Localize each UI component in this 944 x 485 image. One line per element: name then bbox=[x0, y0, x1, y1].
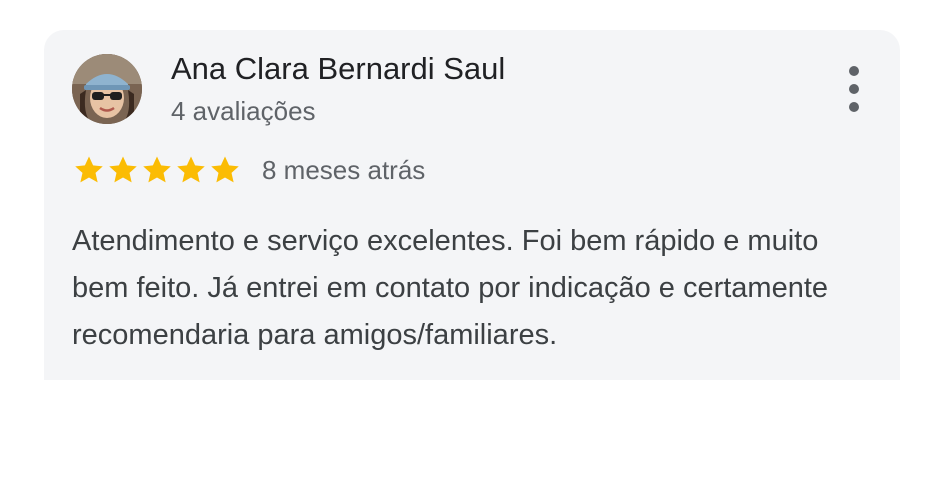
rating-row: 8 meses atrás bbox=[72, 152, 425, 188]
review-time: 8 meses atrás bbox=[262, 154, 426, 185]
star-icon bbox=[211, 156, 239, 183]
review-card: Ana Clara Bernardi Saul 4 avaliações 8 m… bbox=[44, 30, 900, 380]
review-text: Atendimento e serviço excelentes. Foi be… bbox=[72, 225, 829, 351]
star-icon bbox=[109, 156, 137, 183]
reviewer-review-count[interactable]: 4 avaliações bbox=[171, 95, 316, 127]
star-icon bbox=[143, 156, 171, 183]
avatar[interactable] bbox=[72, 54, 142, 124]
more-vert-icon-dot bbox=[849, 84, 859, 94]
star-icon bbox=[177, 156, 205, 183]
star-icon bbox=[75, 156, 103, 183]
more-vert-icon-dot bbox=[849, 102, 859, 112]
more-vert-icon bbox=[849, 66, 859, 76]
reviewer-name[interactable]: Ana Clara Bernardi Saul bbox=[171, 50, 505, 88]
star-rating bbox=[72, 153, 242, 187]
more-options-button[interactable] bbox=[844, 66, 864, 112]
